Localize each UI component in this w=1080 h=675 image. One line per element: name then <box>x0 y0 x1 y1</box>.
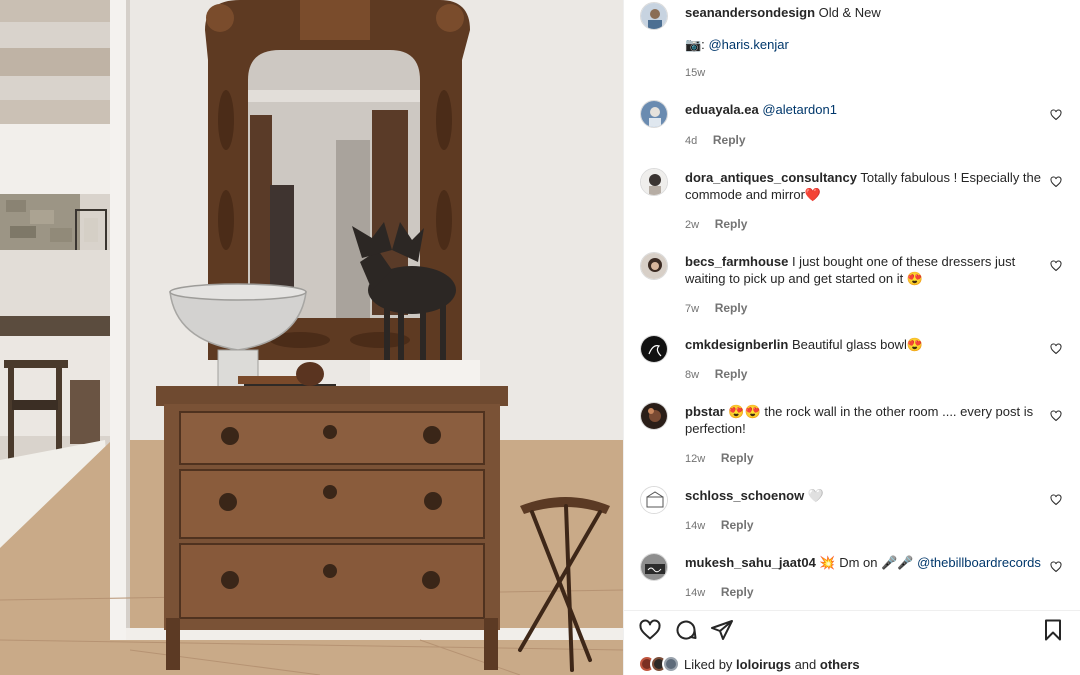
comment-username[interactable]: eduayala.ea <box>685 102 759 117</box>
comment-item: mukesh_sahu_jaat04 💥 Dm on 🎤🎤 @thebillbo… <box>640 553 1068 599</box>
likes-joiner: and <box>794 656 817 672</box>
comment-like-icon[interactable] <box>1050 260 1062 272</box>
comment-avatar[interactable] <box>640 553 668 581</box>
comment-avatar[interactable] <box>640 100 668 128</box>
comment-username[interactable]: becs_farmhouse <box>685 254 788 269</box>
post-caption: seanandersondesign Old & New 📷: @haris.k… <box>640 2 1060 82</box>
reply-button[interactable]: Reply <box>721 451 754 465</box>
reply-button[interactable]: Reply <box>721 518 754 532</box>
comment-like-icon[interactable] <box>1050 109 1062 121</box>
comment-icon[interactable] <box>674 618 698 642</box>
likes-summary: Liked by loloirugs and others <box>638 654 860 674</box>
comment-item: eduayala.ea @aletardon1 4d Reply <box>640 100 1068 150</box>
photo-illustration <box>0 0 623 675</box>
bookmark-icon[interactable] <box>1041 618 1065 642</box>
comment-age: 4d <box>685 135 698 147</box>
liker-avatar <box>662 655 680 673</box>
share-icon[interactable] <box>710 618 734 642</box>
comment-avatar[interactable] <box>640 402 668 430</box>
reply-button[interactable]: Reply <box>713 133 746 147</box>
comment-text: 😍😍 the rock wall in the other room .... … <box>685 404 1034 436</box>
reply-button[interactable]: Reply <box>715 301 748 315</box>
comment-mention[interactable]: @thebillboardrecords <box>917 555 1041 570</box>
instagram-post-view: seanandersondesign Old & New 📷: @haris.k… <box>0 0 1080 675</box>
comment-age: 2w <box>685 219 700 231</box>
comment-like-icon[interactable] <box>1050 343 1062 355</box>
comment-like-icon[interactable] <box>1050 561 1062 573</box>
comment-mention[interactable]: @aletardon1 <box>762 102 837 117</box>
comment-item: cmkdesignberlin Beautiful glass bowl😍 8w… <box>640 335 1068 381</box>
comment-item: pbstar 😍😍 the rock wall in the other roo… <box>640 402 1068 465</box>
comment-avatar[interactable] <box>640 168 668 196</box>
comment-username[interactable]: schloss_schoenow <box>685 488 804 503</box>
comment-text: 🤍 <box>807 488 825 503</box>
comment-username[interactable]: cmkdesignberlin <box>685 337 788 352</box>
comment-age: 8w <box>685 369 700 381</box>
post-sidebar: seanandersondesign Old & New 📷: @haris.k… <box>623 0 1080 675</box>
comment-item: becs_farmhouse I just bought one of thes… <box>640 252 1068 315</box>
comment-like-icon[interactable] <box>1050 410 1062 422</box>
credit-mention[interactable]: @haris.kenjar <box>708 37 788 52</box>
comment-age: 14w <box>685 587 706 599</box>
comment-like-icon[interactable] <box>1050 176 1062 188</box>
reply-button[interactable]: Reply <box>721 585 754 599</box>
comment-avatar[interactable] <box>640 335 668 363</box>
comments-list: seanandersondesign Old & New 📷: @haris.k… <box>624 0 1080 610</box>
comment-avatar[interactable] <box>640 252 668 280</box>
caption-text: Old & New <box>818 5 881 20</box>
camera-emoji: 📷: <box>685 37 705 52</box>
liker-username[interactable]: loloirugs <box>736 657 791 672</box>
comment-age: 14w <box>685 520 706 532</box>
post-actions: Liked by loloirugs and others <box>624 610 1080 675</box>
author-username[interactable]: seanandersondesign <box>685 5 815 20</box>
post-age: 15w <box>685 67 706 79</box>
reply-button[interactable]: Reply <box>715 217 748 231</box>
likes-prefix: Liked by <box>684 656 733 672</box>
heart-icon[interactable] <box>638 618 662 642</box>
likes-others-link[interactable]: others <box>820 657 860 672</box>
reply-button[interactable]: Reply <box>715 367 748 381</box>
comment-like-icon[interactable] <box>1050 494 1062 506</box>
comment-item: schloss_schoenow 🤍 14w Reply <box>640 486 1068 532</box>
comment-text: 💥 Dm on 🎤🎤 <box>819 555 914 570</box>
comment-item: dora_antiques_consultancy Totally fabulo… <box>640 168 1068 231</box>
comment-username[interactable]: dora_antiques_consultancy <box>685 170 857 185</box>
comment-username[interactable]: mukesh_sahu_jaat04 <box>685 555 816 570</box>
comment-avatar[interactable] <box>640 486 668 514</box>
comment-username[interactable]: pbstar <box>685 404 725 419</box>
post-photo[interactable] <box>0 0 623 675</box>
comment-age: 7w <box>685 303 700 315</box>
author-avatar[interactable] <box>640 2 668 30</box>
comment-text: Beautiful glass bowl😍 <box>791 337 924 352</box>
comment-age: 12w <box>685 453 706 465</box>
